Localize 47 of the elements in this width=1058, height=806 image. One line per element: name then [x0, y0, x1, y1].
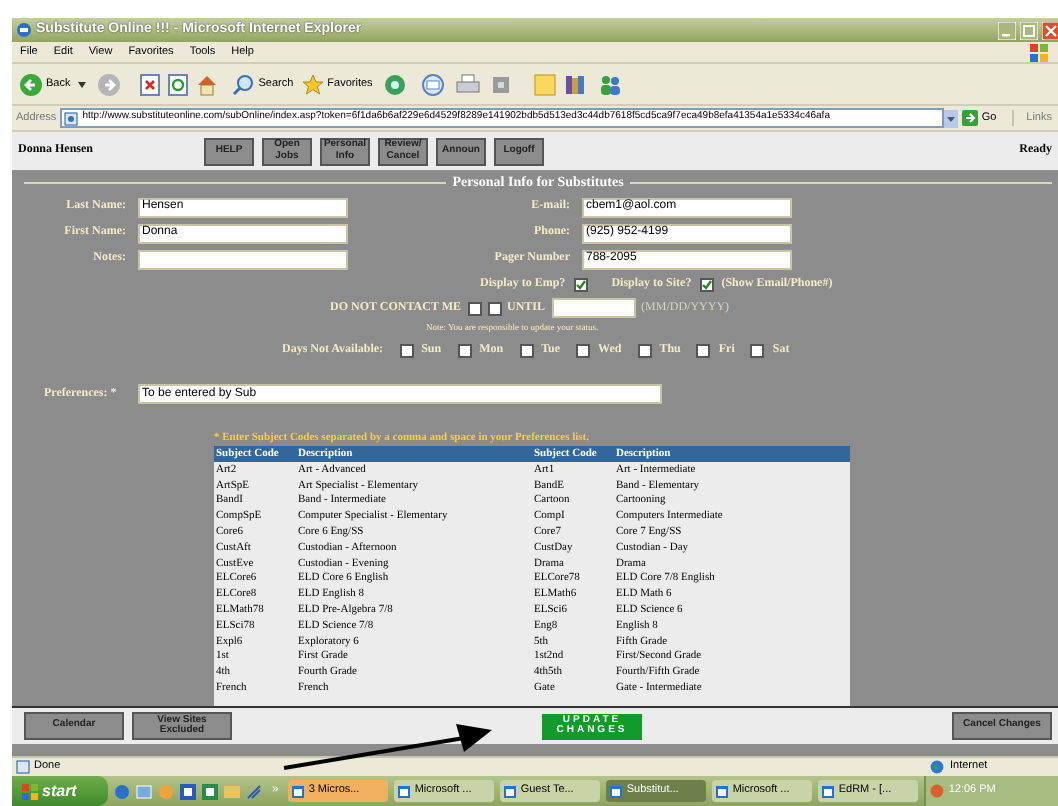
word-icon[interactable]	[180, 783, 196, 799]
books-icon[interactable]	[564, 73, 587, 95]
checkbox[interactable]	[399, 344, 414, 358]
network-icon[interactable]	[246, 783, 262, 799]
checkbox[interactable]	[750, 344, 765, 358]
checkbox[interactable]	[573, 277, 588, 291]
media-icon[interactable]	[384, 73, 407, 95]
window-icon	[398, 785, 411, 797]
dropdown-icon[interactable]	[78, 81, 87, 87]
windows-logo-icon	[1030, 43, 1048, 61]
input-field[interactable]	[551, 298, 636, 318]
checkbox[interactable]	[699, 277, 714, 291]
checkbox[interactable]	[519, 344, 534, 358]
refresh-icon[interactable]	[168, 73, 189, 95]
forward-icon[interactable]	[98, 73, 121, 95]
checkbox[interactable]	[467, 301, 482, 315]
input-field[interactable]	[138, 249, 348, 269]
back-icon[interactable]	[20, 73, 42, 95]
page-icon	[16, 760, 30, 774]
minimize-icon[interactable]	[998, 21, 1016, 39]
go-arrow-icon[interactable]	[961, 110, 978, 126]
home-icon[interactable]	[196, 73, 219, 95]
window-icon	[822, 785, 835, 797]
checkbox[interactable]	[487, 301, 502, 315]
browser-icon	[16, 22, 32, 38]
stop-icon[interactable]	[140, 73, 161, 95]
checkbox[interactable]	[576, 344, 591, 358]
mail-icon[interactable]	[422, 73, 449, 95]
printer-icon[interactable]	[456, 73, 481, 95]
close-icon[interactable]	[1042, 21, 1058, 39]
checkbox[interactable]	[696, 344, 711, 358]
window-icon	[504, 785, 517, 797]
window-icon	[292, 785, 305, 797]
star-icon[interactable]	[301, 73, 324, 95]
page-icon	[64, 111, 79, 125]
globe-icon	[930, 760, 944, 774]
windows-logo-icon	[22, 783, 38, 799]
spreadsheet-icon[interactable]	[202, 783, 218, 799]
speaker-icon	[930, 784, 945, 798]
window-icon	[610, 785, 623, 797]
browser-icon[interactable]	[114, 783, 130, 799]
people-icon[interactable]	[598, 73, 623, 95]
window-icon	[716, 785, 729, 797]
search-icon[interactable]	[232, 73, 255, 95]
maximize-icon[interactable]	[1020, 21, 1038, 39]
checkbox[interactable]	[637, 344, 652, 358]
checkbox[interactable]	[457, 344, 472, 358]
